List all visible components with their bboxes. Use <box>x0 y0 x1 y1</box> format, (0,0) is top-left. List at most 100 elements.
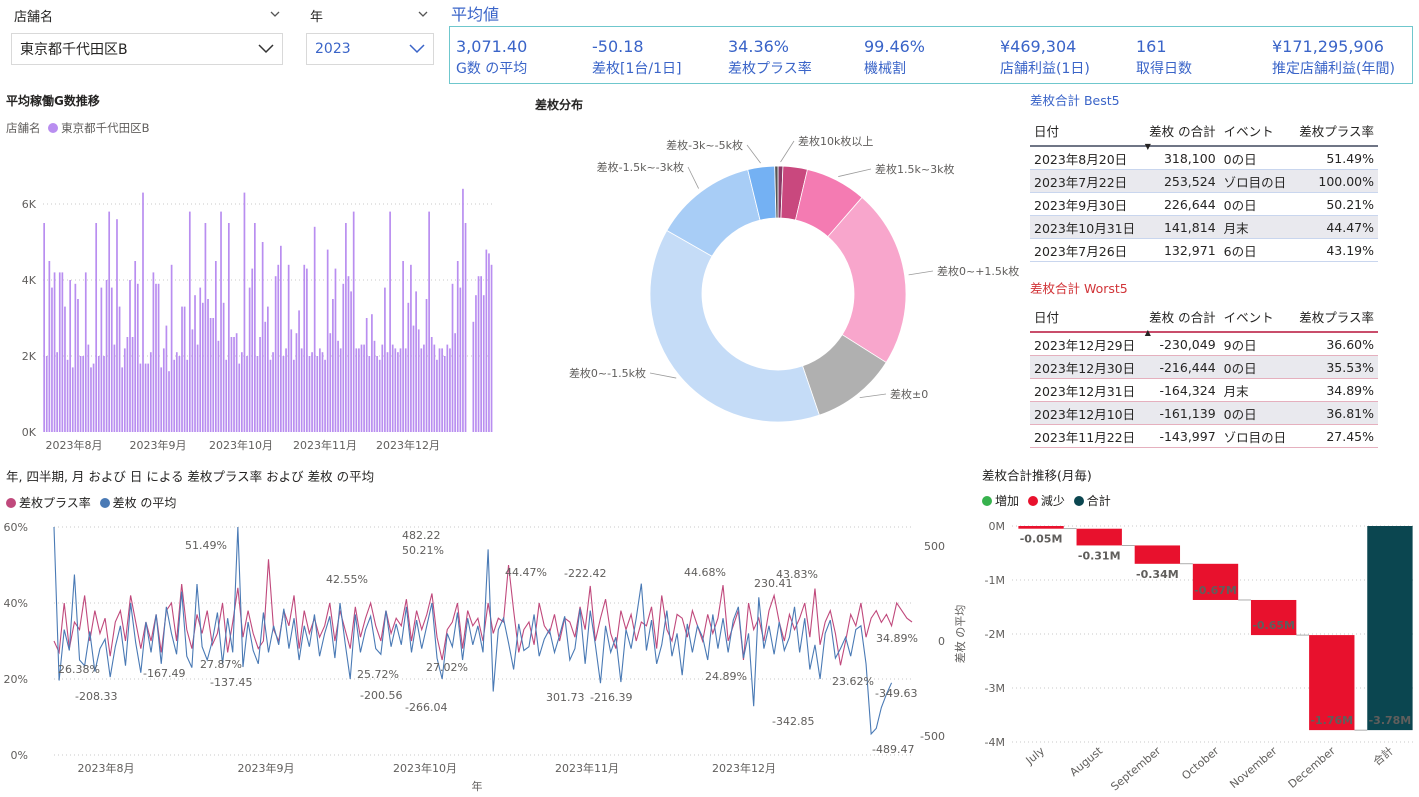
legend-dot <box>48 123 59 133</box>
bar <box>259 337 261 432</box>
worst5-table-panel: 差枚合計 Worst5 日付 差枚 の合計 ▲ イベント 差枚プラス率 2023年… <box>1030 278 1378 448</box>
waterfall-bar <box>1018 526 1064 529</box>
table-row[interactable]: 2023年7月22日 253,524 ゾロ目の日 100.00% <box>1030 169 1378 193</box>
bar <box>251 268 254 432</box>
bar <box>436 359 438 432</box>
donut-title: 差枚分布 <box>535 98 584 112</box>
kpi-caption: 店舗利益(1日) <box>1000 61 1090 77</box>
kpi-caption: 差枚[1台/1日] <box>592 61 682 77</box>
legend-dot <box>6 498 16 508</box>
bar <box>277 264 280 432</box>
data-label: -216.39 <box>590 691 632 704</box>
store-dropdown[interactable]: 東京都千代田区B <box>11 33 283 65</box>
bar <box>355 348 358 432</box>
bar <box>360 344 363 432</box>
bar <box>95 223 98 432</box>
bar <box>100 287 103 432</box>
bar <box>378 359 381 432</box>
col-header-rate[interactable]: 差枚プラス率 <box>1292 301 1378 332</box>
bar <box>373 340 376 432</box>
bar <box>256 356 259 432</box>
data-label: -0.34M <box>1136 568 1179 581</box>
cell-rate: 36.81% <box>1292 401 1378 425</box>
table-row[interactable]: 2023年11月22日 -143,997 ゾロ目の日 27.45% <box>1030 425 1378 448</box>
bar <box>45 356 48 432</box>
bar <box>371 314 373 432</box>
data-label: -1.76M <box>1310 714 1353 727</box>
bar <box>116 219 118 432</box>
table-row[interactable]: 2023年12月10日 -161,139 0の日 36.81% <box>1030 401 1378 425</box>
table-row[interactable]: 2023年8月20日 318,100 0の日 51.49% <box>1030 146 1378 170</box>
bar <box>113 344 116 432</box>
y-left-tick-label: 20% <box>4 673 28 686</box>
legend-item: 差枚プラス率 <box>19 496 91 510</box>
store-dropdown-value: 東京都千代田区B <box>20 42 128 58</box>
chevron-down-icon[interactable] <box>270 9 280 19</box>
bar <box>394 348 397 432</box>
slice-label: 差枚±0 <box>890 387 928 401</box>
bar <box>438 348 441 432</box>
bar <box>240 352 243 432</box>
bar <box>235 333 238 432</box>
bar <box>451 283 454 432</box>
bar <box>97 356 100 432</box>
col-header-date[interactable]: 日付 <box>1030 301 1143 332</box>
bar <box>58 272 61 432</box>
legend-item: 減少 <box>1040 494 1065 508</box>
table-row[interactable]: 2023年7月26日 132,971 6の日 43.19% <box>1030 239 1378 262</box>
best5-table: 日付 差枚 の合計 ▼ イベント 差枚プラス率 2023年8月20日 318,100… <box>1030 115 1378 262</box>
slice-label: 差枚1.5k~3k枚 <box>875 162 954 176</box>
col-header-rate[interactable]: 差枚プラス率 <box>1292 115 1378 146</box>
col-header-event[interactable]: イベント <box>1220 115 1293 146</box>
y-tick-label: 6K <box>22 198 37 211</box>
year-dropdown[interactable]: 2023 <box>306 33 434 65</box>
col-header-date[interactable]: 日付 <box>1030 115 1143 146</box>
bar <box>381 344 384 432</box>
bar <box>464 223 467 432</box>
kpi-value: 34.36% <box>728 37 790 56</box>
bar <box>420 348 423 432</box>
table-row[interactable]: 2023年10月31日 141,814 月末 44.47% <box>1030 215 1378 239</box>
bar <box>53 272 56 432</box>
bar <box>103 356 105 432</box>
bar <box>324 359 326 432</box>
table-row[interactable]: 2023年12月30日 -216,444 0の日 35.53% <box>1030 355 1378 379</box>
data-label: -3.78M <box>1369 714 1412 727</box>
legend-dot <box>982 496 992 506</box>
bar <box>136 283 139 432</box>
bar <box>123 348 126 432</box>
bar <box>43 223 46 432</box>
col-header-total[interactable]: 差枚 の合計 ▼ <box>1143 115 1220 152</box>
bar <box>165 325 168 432</box>
col-header-total[interactable]: 差枚 の合計 ▲ <box>1143 301 1220 338</box>
distribution-donut-chart: 差枚10k枚以上差枚1.5k~3k枚差枚0~+1.5k枚差枚±0 差枚0~-1.5… <box>569 134 1019 423</box>
data-label: 42.55% <box>326 573 368 586</box>
bar <box>142 192 144 432</box>
donut-slice <box>649 229 820 423</box>
data-label: -0.67M <box>1194 584 1237 597</box>
kpi-card: 161 取得日数 <box>1136 37 1192 78</box>
leader-line <box>908 270 934 276</box>
bar <box>66 359 69 432</box>
bar <box>152 272 155 432</box>
kpi-value: ¥171,295,906 <box>1272 37 1384 56</box>
bar <box>209 318 212 432</box>
bar <box>391 344 394 432</box>
bar <box>404 348 407 432</box>
x-tick-label: 合計 <box>1370 744 1396 769</box>
bar <box>168 371 170 432</box>
chevron-down-icon[interactable] <box>418 9 428 19</box>
bar <box>105 280 108 432</box>
worst5-table: 日付 差枚 の合計 ▲ イベント 差枚プラス率 2023年12月29日 -230,0… <box>1030 301 1378 448</box>
bar <box>415 291 417 432</box>
table-row[interactable]: 2023年12月31日 -164,324 月末 34.89% <box>1030 379 1378 402</box>
table-row[interactable]: 2023年12月29日 -230,049 9の日 36.60% <box>1030 332 1378 356</box>
col-header-event[interactable]: イベント <box>1220 301 1293 332</box>
store-slicer-label: 店舗名 <box>14 10 54 25</box>
y-tick-label: -3M <box>985 682 1005 695</box>
bar <box>274 276 277 432</box>
bar <box>238 363 241 432</box>
year-slicer-label: 年 <box>310 10 324 25</box>
bar <box>462 188 464 432</box>
table-row[interactable]: 2023年9月30日 226,644 0の日 50.21% <box>1030 193 1378 216</box>
